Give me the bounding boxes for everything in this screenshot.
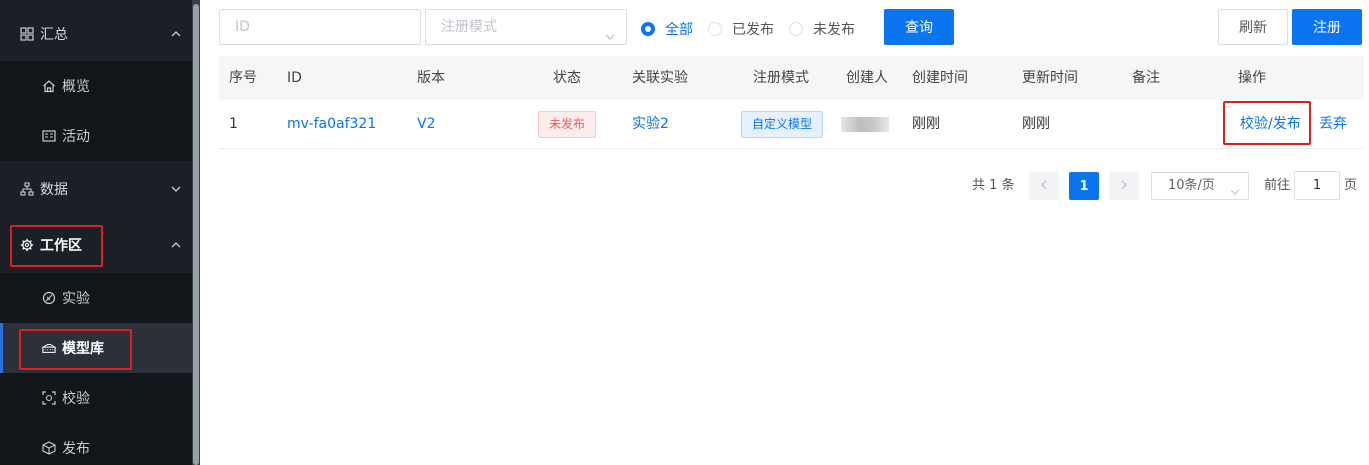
table-header: 序号 ID 版本 状态 关联实验 注册模式 创建人 创建时间 更新时间 备注 操… xyxy=(219,56,1364,100)
radio-checked-icon xyxy=(641,22,655,36)
page-size-select[interactable]: 10条/页 xyxy=(1151,172,1249,200)
pagination-total: 共 1 条 xyxy=(972,178,1015,193)
sidebar-group-workspace[interactable]: 工作区 xyxy=(0,220,192,270)
page-size-value: 10条/页 xyxy=(1168,178,1215,193)
next-page-button[interactable] xyxy=(1109,172,1139,200)
column-header: ID xyxy=(287,70,302,86)
validate-publish-link[interactable]: 校验/发布 xyxy=(1240,100,1301,149)
cell-experiment-link[interactable]: 实验2 xyxy=(632,100,669,149)
chevron-down-icon xyxy=(170,183,182,195)
gear-chip-icon xyxy=(20,238,34,252)
model-library-icon xyxy=(42,341,56,355)
sidebar-item-label: 校验 xyxy=(62,391,90,407)
sidebar: 汇总 概览 活动 数据 工作区 实验 模型库 校验 发布 xyxy=(0,0,200,465)
sidebar-item-publish[interactable]: 发布 xyxy=(0,423,192,465)
sidebar-item-label: 实验 xyxy=(62,291,90,307)
query-button[interactable]: 查询 xyxy=(884,9,954,45)
status-badge: 未发布 xyxy=(538,111,597,138)
sidebar-group-label: 数据 xyxy=(40,182,68,198)
column-header: 创建时间 xyxy=(912,70,968,86)
goto-page-input[interactable]: 1 xyxy=(1294,171,1340,200)
page-suffix: 页 xyxy=(1344,178,1358,193)
chevron-right-icon xyxy=(1119,179,1129,194)
radio-label: 已发布 xyxy=(732,22,774,38)
page-number-button[interactable]: 1 xyxy=(1069,172,1099,200)
sidebar-item-model-library[interactable]: 模型库 xyxy=(0,323,192,373)
sidebar-item-validation[interactable]: 校验 xyxy=(0,373,192,423)
home-icon xyxy=(42,79,56,93)
id-search-input[interactable]: ID xyxy=(219,9,421,45)
cell-created-time: 刚刚 xyxy=(912,116,940,132)
radio-all[interactable]: 全部 xyxy=(641,19,693,39)
column-header: 创建人 xyxy=(846,70,888,86)
column-header: 注册模式 xyxy=(753,70,809,86)
sidebar-item-label: 模型库 xyxy=(62,341,104,357)
sidebar-item-experiment[interactable]: 实验 xyxy=(0,273,192,323)
prev-page-button[interactable] xyxy=(1029,172,1059,200)
cell-version-link[interactable]: V2 xyxy=(417,100,435,149)
sidebar-group-label: 汇总 xyxy=(40,27,68,43)
active-indicator xyxy=(0,323,3,373)
sidebar-item-label: 发布 xyxy=(62,441,90,457)
sidebar-item-activity[interactable]: 活动 xyxy=(0,111,192,161)
radio-unchecked-icon xyxy=(789,22,803,36)
register-button[interactable]: 注册 xyxy=(1292,9,1362,45)
column-header: 备注 xyxy=(1132,70,1160,86)
cell-id-link[interactable]: mv-fa0af321 xyxy=(287,100,376,149)
column-header: 更新时间 xyxy=(1022,70,1078,86)
column-header: 关联实验 xyxy=(632,70,688,86)
scan-icon xyxy=(42,391,56,405)
chevron-down-icon xyxy=(604,22,616,40)
column-header: 操作 xyxy=(1238,70,1266,86)
activity-card-icon xyxy=(42,129,56,143)
cell-updated-time: 刚刚 xyxy=(1022,116,1050,132)
sidebar-group-summary[interactable]: 汇总 xyxy=(0,9,192,59)
sidebar-group-data[interactable]: 数据 xyxy=(0,164,192,214)
column-header: 版本 xyxy=(417,70,445,86)
refresh-button[interactable]: 刷新 xyxy=(1218,9,1288,45)
radio-unpublished[interactable]: 未发布 xyxy=(789,19,855,39)
experiment-icon xyxy=(42,291,56,305)
column-header: 序号 xyxy=(229,70,257,86)
register-mode-select[interactable]: 注册模式 xyxy=(425,9,627,45)
sidebar-item-overview[interactable]: 概览 xyxy=(0,61,192,111)
radio-published[interactable]: 已发布 xyxy=(708,19,774,39)
column-header: 状态 xyxy=(553,70,581,86)
grid-icon xyxy=(20,27,34,41)
select-placeholder: 注册模式 xyxy=(441,19,497,35)
mode-badge: 自定义模型 xyxy=(741,111,824,138)
sidebar-group-label: 工作区 xyxy=(40,238,82,254)
cell-index: 1 xyxy=(229,116,238,132)
radio-label: 未发布 xyxy=(813,22,855,38)
sidebar-scrollbar-thumb[interactable] xyxy=(193,4,199,465)
goto-label: 前往 xyxy=(1264,178,1291,193)
chevron-up-icon xyxy=(170,239,182,251)
chevron-left-icon xyxy=(1039,179,1049,194)
creator-redacted xyxy=(841,117,889,132)
cube-icon xyxy=(42,441,56,455)
table-row: 1 mv-fa0af321 V2 未发布 实验2 自定义模型 刚刚 刚刚 校验/… xyxy=(219,100,1364,149)
chevron-down-icon xyxy=(1230,181,1240,207)
data-tree-icon xyxy=(20,182,34,196)
sidebar-item-label: 活动 xyxy=(62,129,90,145)
sidebar-scrollbar[interactable] xyxy=(192,0,200,465)
chevron-up-icon xyxy=(170,28,182,40)
sidebar-item-label: 概览 xyxy=(62,79,90,95)
radio-label: 全部 xyxy=(665,22,693,38)
discard-link[interactable]: 丢弃 xyxy=(1319,100,1347,149)
radio-unchecked-icon xyxy=(708,22,722,36)
